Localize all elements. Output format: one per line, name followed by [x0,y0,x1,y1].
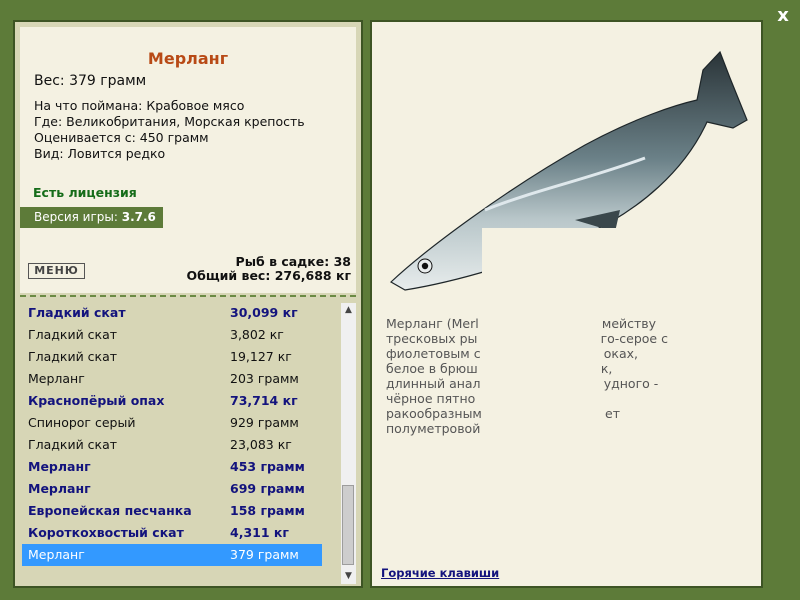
catch-name: Гладкий скат [28,437,118,452]
catch-row[interactable]: Гладкий скат 30,099 кг [22,302,322,324]
catch-row[interactable]: Европейская песчанка 158 грамм [22,500,322,522]
catch-weight: 453 грамм [230,459,305,474]
catch-weight: 158 грамм [230,503,305,518]
description-line: тресковых ры го-серое с [386,331,668,346]
close-button[interactable]: x [772,5,794,27]
description-line: полуметровой [386,421,481,436]
catch-name: Гладкий скат [28,305,126,320]
catch-weight: 23,083 кг [230,437,292,452]
keep-count: Рыб в садке: 38 [235,254,351,269]
catch-row[interactable]: Спинорог серый 929 грамм [22,412,322,434]
license-status: Есть лицензия [33,185,137,200]
catch-name: Мерланг [28,459,91,474]
catch-row[interactable]: Мерланг 699 грамм [22,478,322,500]
game-version: Версия игры: 3.7.6 [20,207,163,228]
catch-row[interactable]: Мерланг 379 грамм [22,544,322,566]
catch-row[interactable]: Мерланг 203 грамм [22,368,322,390]
fish-rarity: Вид: Ловится редко [34,146,166,161]
catch-weight: 379 грамм [230,547,299,562]
catch-weight: 203 грамм [230,371,299,386]
fish-bait: На что поймана: Крабовое мясо [34,98,245,113]
catch-weight: 929 грамм [230,415,299,430]
fish-info-card: Мерланг Вес: 379 грамм На что поймана: К… [20,27,356,293]
catch-name: Гладкий скат [28,349,118,364]
version-label: Версия игры: [34,210,118,224]
version-value: 3.7.6 [121,210,156,224]
fish-place: Где: Великобритания, Морская крепость [34,114,305,129]
catch-name: Спинорог серый [28,415,136,430]
catch-name: Короткохвостый скат [28,525,184,540]
scroll-down-arrow-icon[interactable]: ▼ [341,569,356,584]
description-line: ракообразным ет [386,406,621,421]
catch-list-scrollbar[interactable]: ▲ ▼ [341,303,356,584]
menu-button[interactable]: МЕНЮ [28,263,85,279]
catch-list[interactable]: Гладкий скат 30,099 кг Гладкий скат 3,802 к… [20,302,337,586]
catch-weight: 19,127 кг [230,349,292,364]
catch-name: Мерланг [28,547,85,562]
catch-row[interactable]: Короткохвостый скат 4,311 кг [22,522,322,544]
left-panel: Мерланг Вес: 379 грамм На что поймана: К… [13,20,363,588]
catch-weight: 73,714 кг [230,393,298,408]
catch-name: Мерланг [28,371,85,386]
description-line: длинный анал удного - [386,376,659,391]
right-panel: Мерланг (Merl мейству тресковых ры го-сер… [370,20,763,588]
catch-weight: 3,802 кг [230,327,284,342]
description-line: белое в брюш к, [386,361,613,376]
catch-name: Мерланг [28,481,91,496]
description-line: фиолетовым с оках, [386,346,638,361]
catch-name: Гладкий скат [28,327,118,342]
catch-row[interactable]: Гладкий скат 23,083 кг [22,434,322,456]
catch-weight: 699 грамм [230,481,305,496]
catch-row[interactable]: Краснопёрый опах 73,714 кг [22,390,322,412]
catch-row[interactable]: Мерланг 453 грамм [22,456,322,478]
fish-description: Мерланг (Merl мейству тресковых ры го-сер… [386,316,746,436]
catch-weight: 4,311 кг [230,525,289,540]
hotkeys-link[interactable]: Горячие клавиши [381,566,499,580]
fish-image [389,50,748,295]
description-line: Мерланг (Merl мейству [386,316,657,331]
divider [20,295,356,297]
catch-name: Краснопёрый опах [28,393,165,408]
fish-weight: Вес: 379 грамм [34,73,147,89]
scroll-up-arrow-icon[interactable]: ▲ [341,303,356,318]
catch-weight: 30,099 кг [230,305,298,320]
keep-total-weight: Общий вес: 276,688 кг [186,268,352,283]
fish-value: Оценивается с: 450 грамм [34,130,209,145]
scroll-thumb[interactable] [342,485,354,565]
catch-name: Европейская песчанка [28,503,192,518]
fish-title: Мерланг [147,49,229,68]
description-line: чёрное пятно [386,391,476,406]
catch-row[interactable]: Гладкий скат 19,127 кг [22,346,322,368]
catch-row[interactable]: Гладкий скат 3,802 кг [22,324,322,346]
